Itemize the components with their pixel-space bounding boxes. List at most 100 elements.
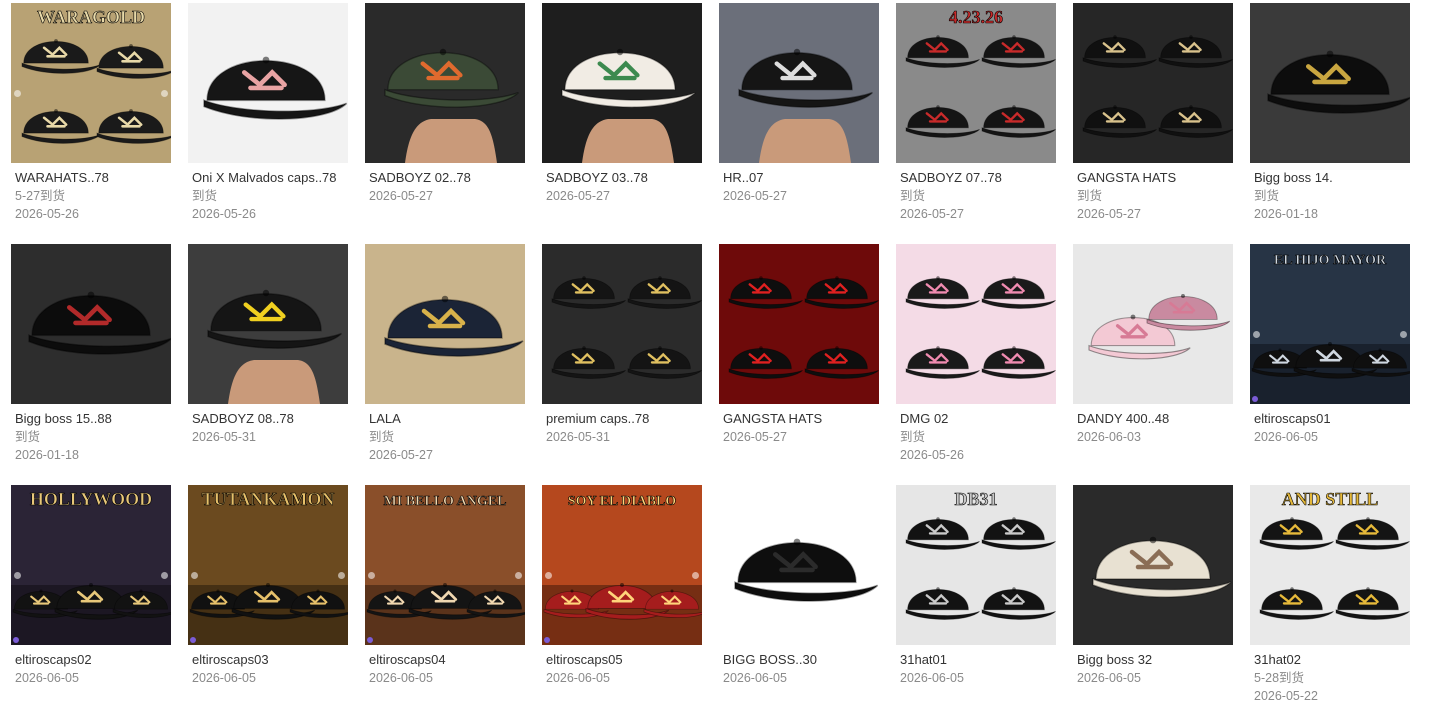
product-title[interactable]: premium caps..78: [546, 410, 702, 428]
product-card[interactable]: Bigg boss 15..88 到货 2026-01-18: [11, 244, 171, 485]
product-date: 2026-05-27: [1077, 207, 1141, 221]
product-card[interactable]: HOLLYWOOD eltiroscaps02 2026-06-05: [11, 485, 171, 726]
product-card[interactable]: 4.23.26 SADBOYZ 07..78 到货 2026-05-27: [896, 3, 1056, 244]
product-thumbnail[interactable]: [365, 3, 525, 163]
cap-image: DB31: [896, 485, 1056, 645]
product-card[interactable]: GANGSTA HATS 到货 2026-05-27: [1073, 3, 1233, 244]
product-card[interactable]: DB31 31hat01 2026-06-05: [896, 485, 1056, 726]
cap-image: MI BELLO ANGEL: [365, 485, 525, 645]
product-title[interactable]: eltiroscaps02: [15, 651, 171, 669]
product-title[interactable]: Bigg boss 15..88: [15, 410, 171, 428]
product-card[interactable]: LALA 到货 2026-05-27: [365, 244, 525, 485]
product-thumbnail[interactable]: [188, 3, 348, 163]
product-title[interactable]: SADBOYZ 03..78: [546, 169, 702, 187]
product-thumbnail[interactable]: EL HIJO MAYOR: [1250, 244, 1410, 404]
product-thumbnail[interactable]: [1073, 485, 1233, 645]
product-thumbnail[interactable]: [1073, 3, 1233, 163]
carousel-next-icon[interactable]: [161, 572, 168, 579]
carousel-prev-icon[interactable]: [14, 572, 21, 579]
product-status: 2026-06-05: [723, 671, 787, 685]
product-title[interactable]: SADBOYZ 07..78: [900, 169, 1056, 187]
product-title[interactable]: Oni X Malvados caps..78: [192, 169, 348, 187]
product-title[interactable]: SADBOYZ 08..78: [192, 410, 348, 428]
product-thumbnail[interactable]: [1250, 3, 1410, 163]
product-title[interactable]: DMG 02: [900, 410, 1056, 428]
carousel-next-icon[interactable]: [161, 90, 168, 97]
product-card[interactable]: SADBOYZ 08..78 2026-05-31: [188, 244, 348, 485]
product-thumbnail[interactable]: 4.23.26: [896, 3, 1056, 163]
product-card[interactable]: DMG 02 到货 2026-05-26: [896, 244, 1056, 485]
product-card[interactable]: Bigg boss 32 2026-06-05: [1073, 485, 1233, 726]
cap-image: AND STILL: [1250, 485, 1410, 645]
thumbnail-overlay-text: AND STILL: [1282, 489, 1379, 509]
product-thumbnail[interactable]: MI BELLO ANGEL: [365, 485, 525, 645]
carousel-next-icon[interactable]: [515, 572, 522, 579]
product-thumbnail[interactable]: [896, 244, 1056, 404]
product-card[interactable]: HR..07 2026-05-27: [719, 3, 879, 244]
product-card[interactable]: Oni X Malvados caps..78 到货 2026-05-26: [188, 3, 348, 244]
carousel-prev-icon[interactable]: [368, 572, 375, 579]
cap-image: [365, 244, 525, 404]
product-thumbnail[interactable]: [719, 3, 879, 163]
product-thumbnail[interactable]: [542, 3, 702, 163]
product-title[interactable]: 31hat02: [1254, 651, 1410, 669]
product-thumbnail[interactable]: DB31: [896, 485, 1056, 645]
product-card[interactable]: MI BELLO ANGEL eltiroscaps04 2026-06-05: [365, 485, 525, 726]
product-card[interactable]: AND STILL 31hat02 5-28到货 2026-05-22: [1250, 485, 1410, 726]
product-card[interactable]: BIGG BOSS..30 2026-06-05: [719, 485, 879, 726]
product-thumbnail[interactable]: [188, 244, 348, 404]
cap-image: [188, 3, 348, 163]
product-thumbnail[interactable]: [719, 485, 879, 645]
product-thumbnail[interactable]: [11, 244, 171, 404]
product-thumbnail[interactable]: [1073, 244, 1233, 404]
product-title[interactable]: eltiroscaps04: [369, 651, 525, 669]
carousel-next-icon[interactable]: [1400, 331, 1407, 338]
product-date: 2026-01-18: [15, 448, 79, 462]
product-title[interactable]: WARAHATS..78: [15, 169, 171, 187]
cap-image: [188, 244, 348, 404]
product-title[interactable]: eltiroscaps03: [192, 651, 348, 669]
product-card[interactable]: TUTANKAMON eltiroscaps03 2026-06-05: [188, 485, 348, 726]
product-title[interactable]: SADBOYZ 02..78: [369, 169, 525, 187]
product-thumbnail[interactable]: HOLLYWOOD: [11, 485, 171, 645]
product-thumbnail[interactable]: TUTANKAMON: [188, 485, 348, 645]
carousel-prev-icon[interactable]: [191, 572, 198, 579]
product-card[interactable]: WARAGOLD WARAHATS..78 5-27到货 2026-05-26: [11, 3, 171, 244]
product-title[interactable]: eltiroscaps05: [546, 651, 702, 669]
product-title[interactable]: GANGSTA HATS: [723, 410, 879, 428]
product-title[interactable]: Bigg boss 32: [1077, 651, 1233, 669]
product-card[interactable]: EL HIJO MAYOR eltiroscaps01 2026-06-05: [1250, 244, 1410, 485]
carousel-prev-icon[interactable]: [545, 572, 552, 579]
product-card[interactable]: Bigg boss 14. 到货 2026-01-18: [1250, 3, 1410, 244]
product-status: 2026-06-05: [546, 671, 610, 685]
product-card[interactable]: premium caps..78 2026-05-31: [542, 244, 702, 485]
product-title[interactable]: Bigg boss 14.: [1254, 169, 1410, 187]
product-title[interactable]: BIGG BOSS..30: [723, 651, 879, 669]
carousel-prev-icon[interactable]: [1253, 331, 1260, 338]
product-title[interactable]: eltiroscaps01: [1254, 410, 1410, 428]
product-meta: eltiroscaps04 2026-06-05: [365, 645, 525, 687]
product-thumbnail[interactable]: WARAGOLD: [11, 3, 171, 163]
carousel-prev-icon[interactable]: [14, 90, 21, 97]
product-thumbnail[interactable]: SOY EL DIABLO: [542, 485, 702, 645]
product-title[interactable]: DANDY 400..48: [1077, 410, 1233, 428]
product-thumbnail[interactable]: [365, 244, 525, 404]
product-card[interactable]: SADBOYZ 02..78 2026-05-27: [365, 3, 525, 244]
product-title[interactable]: 31hat01: [900, 651, 1056, 669]
cap-image: [896, 244, 1056, 404]
product-card[interactable]: GANGSTA HATS 2026-05-27: [719, 244, 879, 485]
carousel-next-icon[interactable]: [338, 572, 345, 579]
product-card[interactable]: SADBOYZ 03..78 2026-05-27: [542, 3, 702, 244]
product-thumbnail[interactable]: [542, 244, 702, 404]
product-thumbnail[interactable]: AND STILL: [1250, 485, 1410, 645]
thumbnail-overlay-text: SOY EL DIABLO: [568, 494, 677, 509]
product-thumbnail[interactable]: [719, 244, 879, 404]
thumbnail-overlay-text: TUTANKAMON: [202, 489, 335, 509]
product-card[interactable]: SOY EL DIABLO eltiroscaps05 2026-06-05: [542, 485, 702, 726]
product-title[interactable]: GANGSTA HATS: [1077, 169, 1233, 187]
product-grid: WARAGOLD WARAHATS..78 5-27到货 2026-05-26 Oni …: [11, 3, 1431, 726]
carousel-next-icon[interactable]: [692, 572, 699, 579]
product-title[interactable]: LALA: [369, 410, 525, 428]
product-card[interactable]: DANDY 400..48 2026-06-03: [1073, 244, 1233, 485]
product-title[interactable]: HR..07: [723, 169, 879, 187]
